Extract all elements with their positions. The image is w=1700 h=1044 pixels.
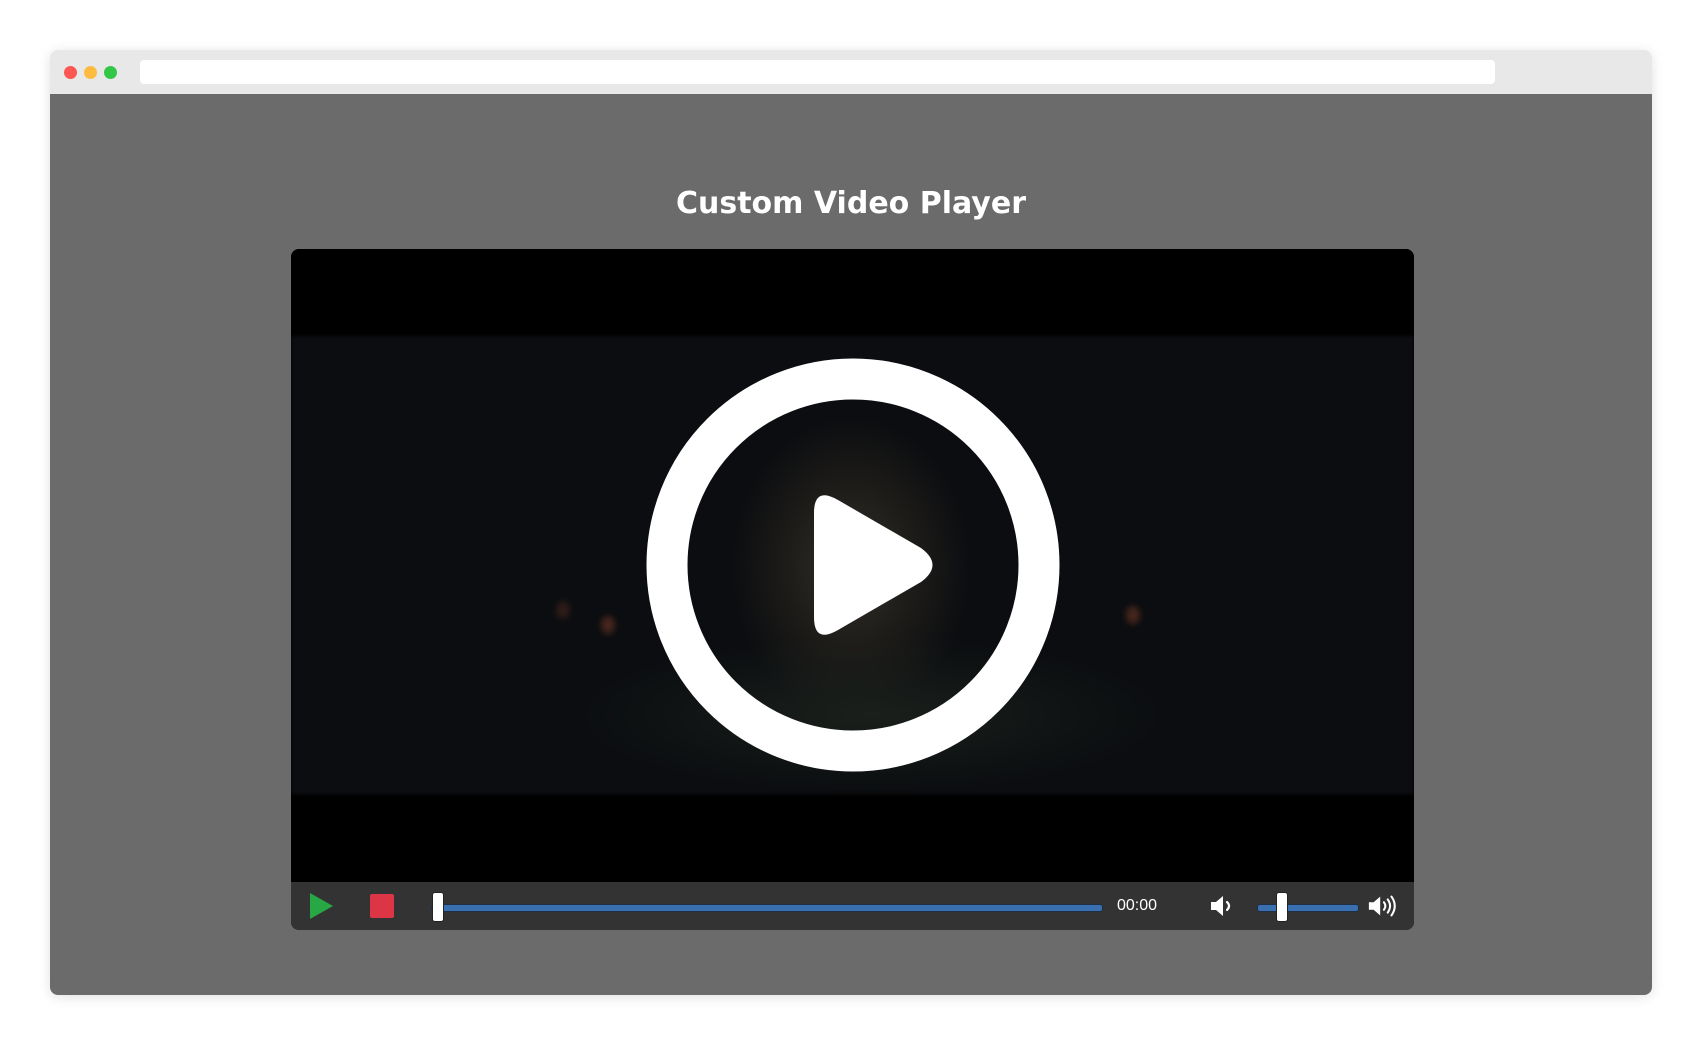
volume-slider[interactable] (1257, 892, 1359, 922)
background-light (1126, 606, 1140, 624)
volume-down-button[interactable] (1206, 890, 1238, 922)
control-bar: 00:00 (291, 882, 1414, 930)
page-content: Custom Video Player 00:00 (50, 94, 1652, 995)
browser-toolbar (50, 50, 1652, 94)
browser-window: Custom Video Player 00:00 (50, 50, 1652, 995)
page-title: Custom Video Player (675, 186, 1027, 221)
volume-up-button[interactable] (1367, 890, 1399, 922)
close-window-icon[interactable] (64, 66, 77, 79)
maximize-window-icon[interactable] (104, 66, 117, 79)
background-light (556, 601, 570, 619)
progress-slider[interactable] (431, 892, 1103, 922)
volume-slider-thumb[interactable] (1276, 892, 1288, 922)
play-button[interactable] (305, 890, 337, 922)
volume-down-icon (1211, 896, 1231, 916)
progress-slider-thumb[interactable] (432, 892, 444, 922)
address-bar[interactable] (140, 60, 1495, 84)
stop-icon (370, 894, 394, 918)
video-player: 00:00 (291, 249, 1414, 930)
volume-up-icon (1368, 895, 1396, 917)
large-play-circle-icon[interactable] (646, 358, 1060, 772)
background-light (601, 616, 615, 634)
stop-button[interactable] (366, 890, 398, 922)
video-display[interactable] (291, 249, 1414, 882)
play-icon (310, 893, 333, 919)
minimize-window-icon[interactable] (84, 66, 97, 79)
time-display: 00:00 (1117, 897, 1158, 914)
